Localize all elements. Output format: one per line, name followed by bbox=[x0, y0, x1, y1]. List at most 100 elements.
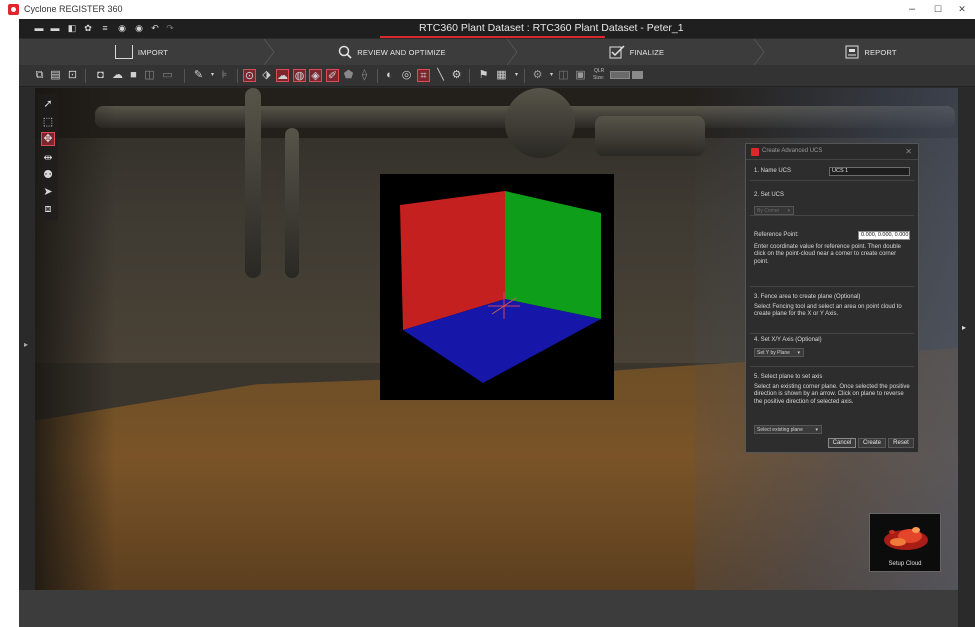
tab-separator-chevron bbox=[263, 39, 275, 65]
select-plane-help: Select an existing corner plane. Once se… bbox=[754, 384, 910, 405]
yz-plane-face bbox=[505, 191, 601, 319]
undo-icon[interactable]: ↶ bbox=[150, 23, 160, 33]
size-input[interactable] bbox=[610, 71, 630, 79]
square-view-icon[interactable]: ■ bbox=[127, 69, 140, 82]
active-workflow-indicator bbox=[380, 36, 605, 38]
shield-icon[interactable]: ⬟ bbox=[342, 69, 355, 82]
create-advanced-ucs-dialog: Create Advanced UCS ✕ 1. Name UCS UCS 1 … bbox=[745, 143, 919, 453]
setup-cloud-thumbnail[interactable]: Setup Cloud bbox=[869, 513, 941, 572]
close-window-button[interactable]: ✕ bbox=[950, 2, 974, 17]
panel-view-icon[interactable]: ▭ bbox=[161, 69, 174, 82]
create-button[interactable]: Create bbox=[858, 438, 886, 448]
redo-icon[interactable]: ↷ bbox=[165, 23, 175, 33]
settings-icon[interactable]: ⚙ bbox=[531, 69, 544, 82]
select-setup-icon[interactable]: ⧉ bbox=[33, 69, 46, 82]
navigate-icon[interactable]: ➤ bbox=[42, 186, 54, 198]
expand-left-panel-icon[interactable]: ▸ bbox=[24, 340, 28, 349]
layers-icon[interactable]: ◫ bbox=[557, 69, 570, 82]
ucs-name-field[interactable]: UCS 1 bbox=[829, 167, 910, 176]
ucs-tool-icon[interactable]: ⊙ bbox=[243, 69, 256, 82]
search-icon bbox=[339, 45, 352, 59]
select-plane-label: 5. Select plane to set axis bbox=[754, 374, 823, 380]
scene-tank bbox=[595, 116, 705, 156]
sphere-tool-icon[interactable]: ◍ bbox=[293, 69, 306, 82]
qlr-label: QLR bbox=[594, 68, 605, 74]
open-folder-icon[interactable]: ▬ bbox=[34, 23, 44, 33]
info-icon[interactable]: ◉ bbox=[134, 23, 144, 33]
dropdown-chevron-icon[interactable]: ▾ bbox=[510, 69, 523, 82]
crop-icon[interactable]: ⌗ bbox=[417, 69, 430, 82]
set-ucs-label: 2. Set UCS bbox=[754, 192, 785, 198]
cloud-settings-icon[interactable]: ☁ bbox=[111, 69, 124, 82]
app-window: Cyclone REGISTER 360 – ☐ ✕ ▬ ▬ ◧ ✿ ≡ ◉ ◉… bbox=[0, 0, 975, 627]
line-tool-icon[interactable]: ╲ bbox=[434, 69, 447, 82]
globe-icon[interactable]: ◐ bbox=[383, 69, 396, 82]
target-icon[interactable]: ◎ bbox=[400, 69, 413, 82]
select-plane-combo[interactable]: Select existing plane ▾ bbox=[754, 425, 822, 434]
tab-separator-chevron bbox=[506, 39, 518, 65]
menu-icon[interactable]: ≡ bbox=[100, 23, 110, 33]
maximize-button[interactable]: ☐ bbox=[926, 2, 950, 17]
split-view-icon[interactable]: ◫ bbox=[143, 69, 156, 82]
size-stepper[interactable] bbox=[632, 71, 643, 79]
document-title: RTC360 Plant Dataset : RTC360 Plant Data… bbox=[419, 22, 684, 34]
toolbar-separator bbox=[184, 69, 185, 83]
camera-icon[interactable]: ◘ bbox=[94, 69, 107, 82]
tab-report[interactable]: REPORT bbox=[767, 39, 975, 65]
zoom-fit-icon[interactable]: ⊡ bbox=[66, 69, 79, 82]
set-ucs-combo[interactable]: By Corner ▾ bbox=[754, 206, 794, 215]
brush-tool-icon[interactable]: ✐ bbox=[326, 69, 339, 82]
filter-icon[interactable]: ⚑ bbox=[477, 69, 490, 82]
tag-icon[interactable]: ⬗ bbox=[260, 69, 273, 82]
section-set-xy-axis: 4. Set X/Y Axis (Optional) Set Y by Plan… bbox=[750, 337, 914, 367]
name-ucs-label: 1. Name UCS bbox=[754, 168, 792, 174]
app-title: Cyclone REGISTER 360 bbox=[24, 4, 123, 14]
box-select-icon[interactable]: ⬚ bbox=[42, 116, 54, 128]
list-view-icon[interactable]: ▤ bbox=[49, 69, 62, 82]
tab-report-label: REPORT bbox=[864, 47, 897, 57]
measure-icon[interactable]: ✎ bbox=[192, 69, 205, 82]
left-panel-strip: ▸ bbox=[19, 88, 35, 590]
section-name-ucs: 1. Name UCS UCS 1 bbox=[750, 161, 914, 181]
fence-tool-icon[interactable]: ◈ bbox=[309, 69, 322, 82]
set-xy-axis-combo[interactable]: Set Y by Plane ▾ bbox=[754, 348, 804, 357]
save-icon[interactable]: ▬ bbox=[50, 23, 60, 33]
expand-right-panel-icon[interactable]: ▸ bbox=[962, 323, 966, 332]
app-logo-icon bbox=[8, 4, 19, 15]
hierarchy-icon[interactable]: ⚙ bbox=[450, 69, 463, 82]
settings-gear-icon[interactable]: ✿ bbox=[83, 23, 93, 33]
reference-point-field[interactable]: 0.000, 0.000, 0.000 bbox=[858, 231, 910, 240]
grid-icon[interactable]: ▦ bbox=[495, 69, 508, 82]
setup-cloud-label: Setup Cloud bbox=[888, 561, 922, 567]
ucs-cube-graphic bbox=[400, 191, 601, 383]
setup-cloud-preview-image bbox=[884, 527, 928, 550]
scene-valve bbox=[505, 88, 575, 158]
tab-import-label: IMPORT bbox=[137, 47, 169, 57]
view-tools-palette: ➚ ⬚ ✥ ⇹ ⚉ ➤ ⧈ bbox=[38, 94, 58, 220]
cancel-button[interactable]: Cancel bbox=[828, 438, 856, 448]
tab-import[interactable]: IMPORT bbox=[19, 39, 264, 65]
section-select-plane: 5. Select plane to set axis Select an ex… bbox=[750, 370, 914, 434]
reference-point-help: Enter coordinate value for reference poi… bbox=[754, 244, 901, 265]
import-icon[interactable]: ◧ bbox=[67, 23, 77, 33]
orbit-icon[interactable]: ✥ bbox=[41, 132, 55, 146]
minimize-button[interactable]: – bbox=[900, 2, 924, 17]
limitbox-tool-icon[interactable]: ⟠ bbox=[358, 69, 371, 82]
cube-view-icon[interactable]: ⧈ bbox=[42, 203, 54, 215]
chevron-down-icon: ▾ bbox=[797, 350, 800, 356]
tab-review-and-optimize[interactable]: REVIEW AND OPTIMIZE bbox=[277, 39, 507, 65]
fence-area-label: 3. Fence area to create plane (Optional) bbox=[754, 294, 861, 300]
select-arrow-icon[interactable]: ➚ bbox=[42, 98, 54, 110]
reset-button[interactable]: Reset bbox=[888, 438, 914, 448]
walk-icon[interactable]: ⚉ bbox=[42, 169, 54, 181]
cloud-tool-icon[interactable]: ☁ bbox=[276, 69, 289, 82]
tab-finalize[interactable]: FINALIZE bbox=[519, 39, 754, 65]
qlr-icon[interactable]: ▣ bbox=[574, 69, 587, 82]
dialog-close-button[interactable]: ✕ bbox=[905, 147, 912, 156]
toolbar-separator bbox=[469, 69, 470, 83]
level-icon[interactable]: ⊧ bbox=[218, 69, 231, 82]
fit-width-icon[interactable]: ⇹ bbox=[42, 152, 54, 164]
scene-pipe bbox=[285, 128, 299, 278]
import-icon bbox=[114, 45, 133, 59]
help-icon[interactable]: ◉ bbox=[117, 23, 127, 33]
